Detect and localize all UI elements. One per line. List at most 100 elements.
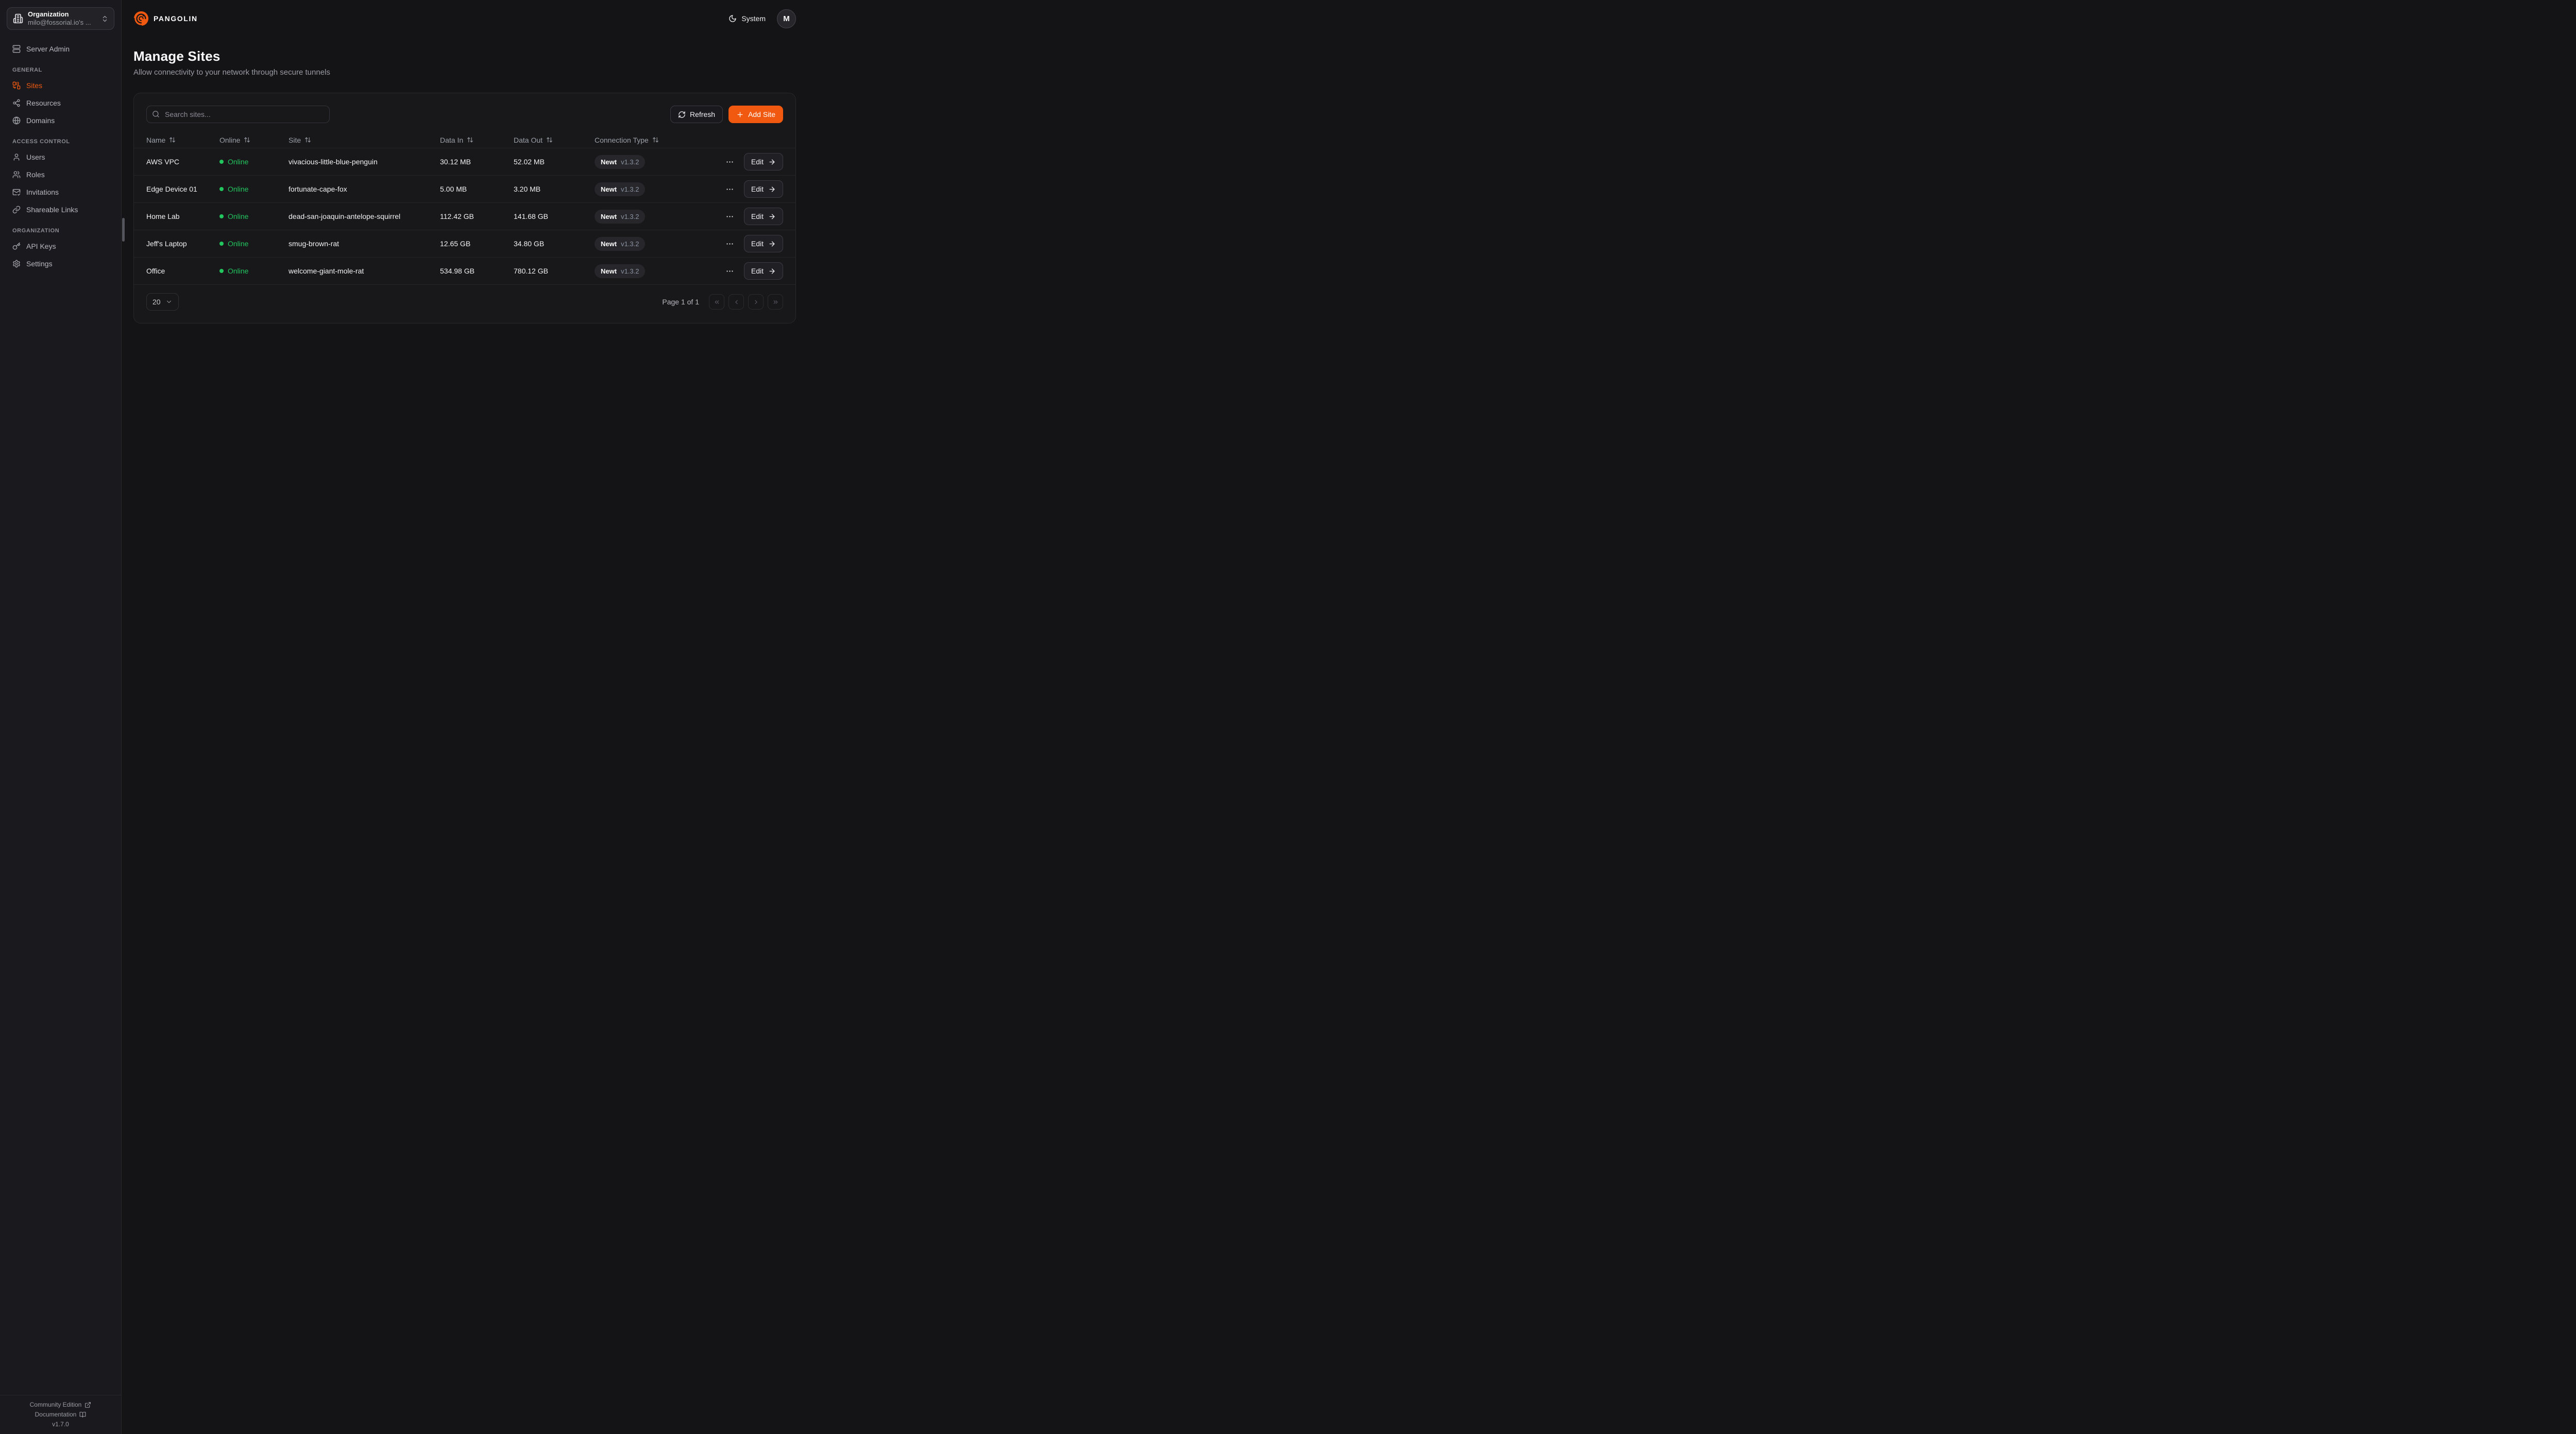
edit-button[interactable]: Edit (744, 180, 783, 198)
sidebar-item-label: Roles (26, 170, 45, 179)
add-site-button[interactable]: Add Site (728, 106, 783, 123)
sidebar-item-shareable-links[interactable]: Shareable Links (8, 201, 113, 218)
edit-button[interactable]: Edit (744, 262, 783, 280)
community-edition-label: Community Edition (30, 1401, 82, 1408)
topbar: PANGOLIN System M (122, 0, 808, 37)
sidebar-item-label: API Keys (26, 242, 56, 250)
site-id-cell: welcome-giant-mole-rat (289, 267, 440, 275)
community-edition-link[interactable]: Community Edition (5, 1401, 116, 1408)
status-label: Online (228, 240, 248, 248)
resources-share-icon (12, 99, 21, 107)
row-actions: Edit (713, 235, 783, 252)
chevron-left-icon (733, 299, 740, 305)
chevrons-right-icon (772, 299, 779, 305)
row-menu-button[interactable] (724, 266, 735, 277)
sidebar-item-label: Invitations (26, 188, 59, 196)
arrow-right-icon (768, 240, 776, 248)
column-header-connection-type[interactable]: Connection Type (595, 136, 713, 144)
edit-button[interactable]: Edit (744, 235, 783, 252)
building-icon (13, 13, 23, 24)
sidebar-item-roles[interactable]: Roles (8, 166, 113, 183)
connection-name: Newt (601, 213, 617, 220)
connection-name: Newt (601, 267, 617, 275)
connection-version: v1.3.2 (621, 185, 639, 193)
search-input[interactable] (146, 106, 330, 123)
status-cell: Online (219, 267, 289, 275)
sidebar-item-users[interactable]: Users (8, 148, 113, 166)
column-label: Name (146, 136, 165, 144)
chevrons-up-down-icon (101, 15, 109, 23)
last-page-button[interactable] (768, 294, 783, 310)
online-dot-icon (219, 242, 224, 246)
row-menu-button[interactable] (724, 184, 735, 195)
site-name-cell: Home Lab (146, 212, 219, 220)
connection-name: Newt (601, 185, 617, 193)
connection-badge: Newtv1.3.2 (595, 264, 645, 278)
page-subtitle: Allow connectivity to your network throu… (133, 68, 796, 77)
connection-name: Newt (601, 240, 617, 248)
theme-toggle-button[interactable]: System (728, 14, 766, 23)
edit-label: Edit (751, 240, 764, 248)
sidebar-item-resources[interactable]: Resources (8, 94, 113, 112)
arrow-right-icon (768, 158, 776, 166)
pangolin-logo-icon (133, 11, 149, 26)
column-header-online[interactable]: Online (219, 136, 289, 144)
column-header-site[interactable]: Site (289, 136, 440, 144)
org-selector-label: Organization (28, 10, 96, 19)
gear-icon (12, 260, 21, 268)
refresh-button[interactable]: Refresh (670, 106, 723, 123)
edit-label: Edit (751, 212, 764, 220)
connection-type-cell: Newtv1.3.2 (595, 210, 713, 224)
site-id-cell: smug-brown-rat (289, 240, 440, 248)
row-actions: Edit (713, 208, 783, 225)
row-menu-button[interactable] (724, 157, 735, 167)
table-header-row: Name Online Site Data In Data Out Connec… (134, 132, 795, 148)
column-header-data-out[interactable]: Data Out (514, 136, 595, 144)
edit-button[interactable]: Edit (744, 153, 783, 170)
edit-button[interactable]: Edit (744, 208, 783, 225)
refresh-label: Refresh (690, 110, 715, 118)
brand: PANGOLIN (133, 11, 198, 26)
sidebar-item-api-keys[interactable]: API Keys (8, 237, 113, 255)
plus-icon (736, 111, 744, 118)
column-header-name[interactable]: Name (146, 136, 219, 144)
status-cell: Online (219, 240, 289, 248)
previous-page-button[interactable] (728, 294, 744, 310)
sidebar-item-server-admin[interactable]: Server Admin (8, 40, 113, 58)
sidebar-item-label: Server Admin (26, 45, 70, 53)
sidebar-item-label: Settings (26, 260, 53, 268)
chevrons-left-icon (714, 299, 720, 305)
sidebar-item-label: Users (26, 153, 45, 161)
avatar[interactable]: M (777, 9, 796, 28)
sidebar-footer: Community Edition Documentation v1.7.0 (0, 1395, 121, 1434)
user-icon (12, 153, 21, 161)
documentation-label: Documentation (35, 1411, 77, 1418)
first-page-button[interactable] (709, 294, 724, 310)
sidebar-item-label: Shareable Links (26, 206, 78, 214)
documentation-link[interactable]: Documentation (5, 1411, 116, 1418)
row-menu-button[interactable] (724, 238, 735, 249)
data-out-cell: 34.80 GB (514, 240, 595, 248)
sidebar-section-organization: ORGANIZATION (12, 228, 109, 234)
sidebar-item-invitations[interactable]: Invitations (8, 183, 113, 201)
edit-label: Edit (751, 267, 764, 275)
page-size-select[interactable]: 20 (146, 293, 179, 311)
online-dot-icon (219, 187, 224, 191)
org-selector[interactable]: Organization milo@fossorial.io's ... (7, 7, 114, 30)
sidebar-item-domains[interactable]: Domains (8, 112, 113, 129)
theme-toggle-label: System (741, 14, 766, 23)
row-actions: Edit (713, 262, 783, 280)
sidebar-item-settings[interactable]: Settings (8, 255, 113, 272)
brand-name: PANGOLIN (154, 14, 198, 23)
data-out-cell: 3.20 MB (514, 185, 595, 193)
data-out-cell: 141.68 GB (514, 212, 595, 220)
pagination: Page 1 of 1 (662, 294, 783, 310)
sites-panel: Refresh Add Site Name Online (133, 93, 796, 323)
next-page-button[interactable] (748, 294, 764, 310)
sidebar-item-sites[interactable]: Sites (8, 77, 113, 94)
sidebar-scrollbar-thumb[interactable] (122, 218, 125, 242)
column-header-data-in[interactable]: Data In (440, 136, 514, 144)
users-icon (12, 170, 21, 179)
topbar-right: System M (728, 9, 796, 28)
row-menu-button[interactable] (724, 211, 735, 222)
